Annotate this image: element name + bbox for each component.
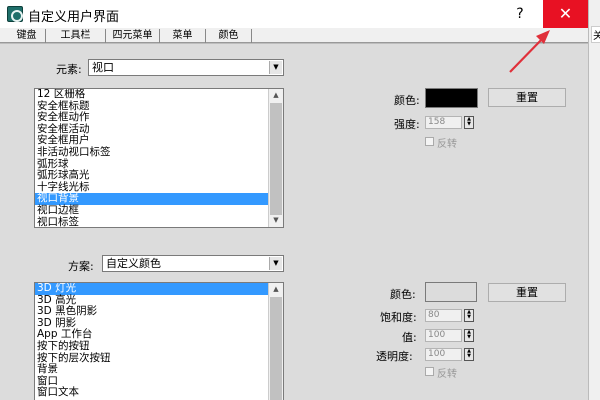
scheme-list-item[interactable]: 3D 灯光 [35,283,283,295]
scheme-label: 方案: [68,260,94,273]
elements-list: 12 区栅格 安全框标题 安全框动作 安全框活动 安全框用户 非活动视口标签 弧形球 弧形球高… [35,89,283,227]
elements-list-item[interactable]: 视口标签 [35,216,283,227]
annotation-arrow-icon [509,30,550,73]
spinner-arrows-icon[interactable]: ▲ ▼ [464,329,474,342]
intensity-input[interactable]: 158 [425,116,462,129]
element-color-label: 颜色: [394,94,420,107]
scroll-up-icon[interactable]: ▲ [269,283,283,296]
scheme-list-item[interactable]: 背景 [35,364,283,376]
chevron-down-icon[interactable]: ▼ [269,61,282,74]
element-invert-checkbox[interactable]: 反转 [425,136,485,150]
transparency-label: 透明度: [376,350,413,363]
value-label: 值: [402,331,417,344]
elements-listbox[interactable]: 12 区栅格 安全框标题 安全框动作 安全框活动 安全框用户 非活动视口标签 弧形球 弧形球高… [34,88,284,228]
scheme-list-item[interactable]: 按下的按钮 [35,340,283,353]
scheme-reset-button[interactable]: 重置 [488,283,566,302]
elements-dropdown-value: 视口 [92,61,114,74]
app-icon [7,6,23,22]
spinner-arrows-icon[interactable]: ▲ ▼ [464,348,474,361]
background-window-char: 关 [591,26,600,43]
title-bar: 自定义用户界面 ? ✕ [0,0,600,28]
scheme-list-item[interactable]: 窗口文本 [35,387,283,399]
tab-keyboard[interactable]: 键盘 [8,29,46,43]
scrollbar-thumb[interactable] [270,297,282,400]
intensity-label: 强度: [394,118,420,131]
elements-scrollbar[interactable]: ▲ ▼ [268,89,283,227]
intensity-spinner[interactable]: 158 ▲ ▼ [425,116,475,129]
element-invert-label: 反转 [437,139,457,150]
colors-panel: 元素: 视口 ▼ 12 区栅格 安全框标题 安全框动作 安全框活动 安全框用户 非活动视口… [0,43,588,400]
scrollbar-thumb[interactable] [270,103,282,215]
spinner-arrows-icon[interactable]: ▲ ▼ [464,309,474,322]
scheme-invert-label: 反转 [437,369,457,380]
saturation-label: 饱和度: [380,311,417,324]
tab-toolbars[interactable]: 工具栏 [46,29,106,43]
saturation-input[interactable]: 80 [425,309,462,322]
tab-quad-menus[interactable]: 四元菜单 [106,29,160,43]
value-spinner[interactable]: 100 ▲ ▼ [425,329,475,342]
transparency-input[interactable]: 100 [425,348,462,361]
elements-list-item[interactable]: 视口边框 [35,204,283,217]
element-color-swatch[interactable] [425,88,478,108]
elements-list-item[interactable]: 非活动视口标签 [35,146,283,159]
tab-colors[interactable]: 颜色 [206,29,252,43]
help-button[interactable]: ? [498,0,542,28]
scheme-scrollbar[interactable]: ▲ [268,283,283,400]
background-window-edge: 关 [588,0,600,400]
elements-list-item[interactable]: 弧形球高光 [35,170,283,182]
scheme-color-label: 颜色: [390,288,416,301]
scheme-color-swatch[interactable] [425,282,477,302]
elements-label: 元素: [56,63,82,76]
scheme-dropdown[interactable]: 自定义颜色 ▼ [102,255,284,272]
scroll-down-icon[interactable]: ▼ [269,214,283,227]
scheme-invert-checkbox[interactable]: 反转 [425,366,485,380]
scheme-list-item[interactable]: 按下的层次按钮 [35,352,283,365]
saturation-spinner[interactable]: 80 ▲ ▼ [425,309,475,322]
window-title: 自定义用户界面 [28,10,120,25]
tab-menus[interactable]: 菜单 [160,29,206,43]
chevron-down-icon[interactable]: ▼ [269,257,282,270]
scroll-up-icon[interactable]: ▲ [269,89,283,102]
scheme-list: 3D 灯光 3D 高光 3D 黑色阴影 3D 阴影 App 工作台 按下的按钮 按下的层次按… [35,283,283,399]
scheme-dropdown-value: 自定义颜色 [106,257,161,270]
elements-list-item[interactable]: 12 区栅格 [35,89,283,101]
scheme-listbox[interactable]: 3D 灯光 3D 高光 3D 黑色阴影 3D 阴影 App 工作台 按下的按钮 按下的层次按… [34,282,284,400]
spinner-arrows-icon[interactable]: ▲ ▼ [464,116,474,129]
checkbox-box[interactable] [425,137,434,146]
value-input[interactable]: 100 [425,329,462,342]
checkbox-box[interactable] [425,367,434,376]
elements-dropdown[interactable]: 视口 ▼ [88,59,284,76]
transparency-spinner[interactable]: 100 ▲ ▼ [425,348,475,361]
element-reset-button[interactable]: 重置 [488,88,566,107]
close-icon: ✕ [558,4,573,23]
close-button[interactable]: ✕ [543,0,588,28]
